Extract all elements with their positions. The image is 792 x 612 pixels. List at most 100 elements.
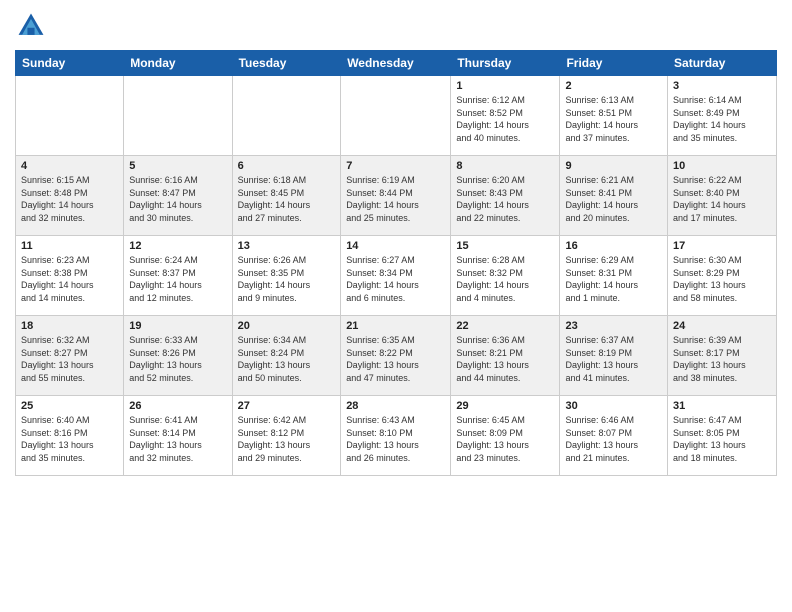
day-number: 20 [238, 320, 336, 332]
day-number: 18 [21, 320, 118, 332]
calendar-cell: 8Sunrise: 6:20 AM Sunset: 8:43 PM Daylig… [451, 156, 560, 236]
calendar-cell: 22 Sunrise: 6:36 AM Sunset: 8:21 PM Dayli… [451, 316, 560, 396]
calendar-week-row: 18 Sunrise: 6:32 AM Sunset: 8:27 PM Dayli… [16, 316, 777, 396]
day-info: Sunrise: 6:35 AM Sunset: 8:22 PM Dayligh… [346, 334, 445, 384]
calendar-cell: 16Sunrise: 6:29 AM Sunset: 8:31 PM Dayli… [560, 236, 668, 316]
day-info: Sunrise: 6:40 AM Sunset: 8:16 PM Dayligh… [21, 414, 118, 464]
calendar-week-row: 4 Sunrise: 6:15 AM Sunset: 8:48 PM Daylig… [16, 156, 777, 236]
day-number: 2 [565, 80, 662, 92]
day-info: Sunrise: 6:34 AM Sunset: 8:24 PM Dayligh… [238, 334, 336, 384]
calendar-cell: 9 Sunrise: 6:21 AM Sunset: 8:41 PM Daylig… [560, 156, 668, 236]
day-info: Sunrise: 6:47 AM Sunset: 8:05 PM Dayligh… [673, 414, 771, 464]
header-monday: Monday [124, 51, 232, 76]
day-info: Sunrise: 6:21 AM Sunset: 8:41 PM Dayligh… [565, 174, 662, 224]
weekday-header-row: Sunday Monday Tuesday Wednesday Thursday… [16, 51, 777, 76]
day-info: Sunrise: 6:18 AM Sunset: 8:45 PM Dayligh… [238, 174, 336, 224]
day-info: Sunrise: 6:37 AM Sunset: 8:19 PM Dayligh… [565, 334, 662, 384]
header-saturday: Saturday [668, 51, 777, 76]
day-info: Sunrise: 6:42 AM Sunset: 8:12 PM Dayligh… [238, 414, 336, 464]
day-number: 30 [565, 400, 662, 412]
day-number: 29 [456, 400, 554, 412]
day-info: Sunrise: 6:20 AM Sunset: 8:43 PM Dayligh… [456, 174, 554, 224]
day-number: 7 [346, 160, 445, 172]
day-info: Sunrise: 6:41 AM Sunset: 8:14 PM Dayligh… [129, 414, 226, 464]
day-info: Sunrise: 6:30 AM Sunset: 8:29 PM Dayligh… [673, 254, 771, 304]
day-number: 22 [456, 320, 554, 332]
calendar-table: Sunday Monday Tuesday Wednesday Thursday… [15, 50, 777, 476]
day-number: 3 [673, 80, 771, 92]
day-number: 27 [238, 400, 336, 412]
day-info: Sunrise: 6:12 AM Sunset: 8:52 PM Dayligh… [456, 94, 554, 144]
calendar-cell: 24 Sunrise: 6:39 AM Sunset: 8:17 PM Dayli… [668, 316, 777, 396]
header [15, 10, 777, 42]
calendar-cell: 4 Sunrise: 6:15 AM Sunset: 8:48 PM Daylig… [16, 156, 124, 236]
day-number: 11 [21, 240, 118, 252]
calendar-cell: 31 Sunrise: 6:47 AM Sunset: 8:05 PM Dayli… [668, 396, 777, 476]
day-number: 4 [21, 160, 118, 172]
day-number: 25 [21, 400, 118, 412]
day-number: 21 [346, 320, 445, 332]
day-info: Sunrise: 6:32 AM Sunset: 8:27 PM Dayligh… [21, 334, 118, 384]
day-info: Sunrise: 6:14 AM Sunset: 8:49 PM Dayligh… [673, 94, 771, 144]
calendar-cell: 7 Sunrise: 6:19 AM Sunset: 8:44 PM Daylig… [341, 156, 451, 236]
calendar-cell: 13Sunrise: 6:26 AM Sunset: 8:35 PM Dayli… [232, 236, 341, 316]
day-number: 26 [129, 400, 226, 412]
calendar-body: 1 Sunrise: 6:12 AM Sunset: 8:52 PM Daylig… [16, 76, 777, 476]
calendar-cell: 12 Sunrise: 6:24 AM Sunset: 8:37 PM Dayli… [124, 236, 232, 316]
calendar-cell: 19 Sunrise: 6:33 AM Sunset: 8:26 PM Dayli… [124, 316, 232, 396]
day-info: Sunrise: 6:45 AM Sunset: 8:09 PM Dayligh… [456, 414, 554, 464]
day-info: Sunrise: 6:29 AM Sunset: 8:31 PM Dayligh… [565, 254, 662, 304]
day-number: 28 [346, 400, 445, 412]
calendar-cell: 2 Sunrise: 6:13 AM Sunset: 8:51 PM Daylig… [560, 76, 668, 156]
header-thursday: Thursday [451, 51, 560, 76]
day-number: 14 [346, 240, 445, 252]
day-number: 10 [673, 160, 771, 172]
calendar-cell: 25 Sunrise: 6:40 AM Sunset: 8:16 PM Dayli… [16, 396, 124, 476]
day-number: 5 [129, 160, 226, 172]
day-info: Sunrise: 6:24 AM Sunset: 8:37 PM Dayligh… [129, 254, 226, 304]
day-number: 6 [238, 160, 336, 172]
calendar-cell: 15Sunrise: 6:28 AM Sunset: 8:32 PM Dayli… [451, 236, 560, 316]
day-number: 1 [456, 80, 554, 92]
day-number: 24 [673, 320, 771, 332]
calendar-cell: 27 Sunrise: 6:42 AM Sunset: 8:12 PM Dayli… [232, 396, 341, 476]
day-info: Sunrise: 6:15 AM Sunset: 8:48 PM Dayligh… [21, 174, 118, 224]
day-info: Sunrise: 6:33 AM Sunset: 8:26 PM Dayligh… [129, 334, 226, 384]
calendar-cell: 3 Sunrise: 6:14 AM Sunset: 8:49 PM Daylig… [668, 76, 777, 156]
calendar-cell: 10Sunrise: 6:22 AM Sunset: 8:40 PM Dayli… [668, 156, 777, 236]
calendar-cell: 17 Sunrise: 6:30 AM Sunset: 8:29 PM Dayli… [668, 236, 777, 316]
calendar-cell: 5 Sunrise: 6:16 AM Sunset: 8:47 PM Daylig… [124, 156, 232, 236]
calendar-cell [232, 76, 341, 156]
header-wednesday: Wednesday [341, 51, 451, 76]
calendar-cell [124, 76, 232, 156]
day-info: Sunrise: 6:13 AM Sunset: 8:51 PM Dayligh… [565, 94, 662, 144]
day-info: Sunrise: 6:36 AM Sunset: 8:21 PM Dayligh… [456, 334, 554, 384]
day-number: 23 [565, 320, 662, 332]
calendar-cell: 23 Sunrise: 6:37 AM Sunset: 8:19 PM Dayli… [560, 316, 668, 396]
day-number: 15 [456, 240, 554, 252]
page-container: Sunday Monday Tuesday Wednesday Thursday… [0, 0, 792, 612]
day-number: 12 [129, 240, 226, 252]
day-info: Sunrise: 6:46 AM Sunset: 8:07 PM Dayligh… [565, 414, 662, 464]
day-number: 13 [238, 240, 336, 252]
calendar-cell: 26 Sunrise: 6:41 AM Sunset: 8:14 PM Dayli… [124, 396, 232, 476]
day-number: 17 [673, 240, 771, 252]
logo-icon [15, 10, 47, 42]
header-friday: Friday [560, 51, 668, 76]
calendar-cell: 30 Sunrise: 6:46 AM Sunset: 8:07 PM Dayli… [560, 396, 668, 476]
calendar-cell: 1 Sunrise: 6:12 AM Sunset: 8:52 PM Daylig… [451, 76, 560, 156]
day-info: Sunrise: 6:16 AM Sunset: 8:47 PM Dayligh… [129, 174, 226, 224]
calendar-cell: 11Sunrise: 6:23 AM Sunset: 8:38 PM Dayli… [16, 236, 124, 316]
day-info: Sunrise: 6:19 AM Sunset: 8:44 PM Dayligh… [346, 174, 445, 224]
day-info: Sunrise: 6:27 AM Sunset: 8:34 PM Dayligh… [346, 254, 445, 304]
calendar-cell: 28Sunrise: 6:43 AM Sunset: 8:10 PM Dayli… [341, 396, 451, 476]
calendar-header: Sunday Monday Tuesday Wednesday Thursday… [16, 51, 777, 76]
day-number: 19 [129, 320, 226, 332]
calendar-cell: 6 Sunrise: 6:18 AM Sunset: 8:45 PM Daylig… [232, 156, 341, 236]
day-info: Sunrise: 6:39 AM Sunset: 8:17 PM Dayligh… [673, 334, 771, 384]
calendar-cell: 29 Sunrise: 6:45 AM Sunset: 8:09 PM Dayli… [451, 396, 560, 476]
day-number: 31 [673, 400, 771, 412]
day-number: 9 [565, 160, 662, 172]
calendar-week-row: 25 Sunrise: 6:40 AM Sunset: 8:16 PM Dayli… [16, 396, 777, 476]
calendar-cell [341, 76, 451, 156]
